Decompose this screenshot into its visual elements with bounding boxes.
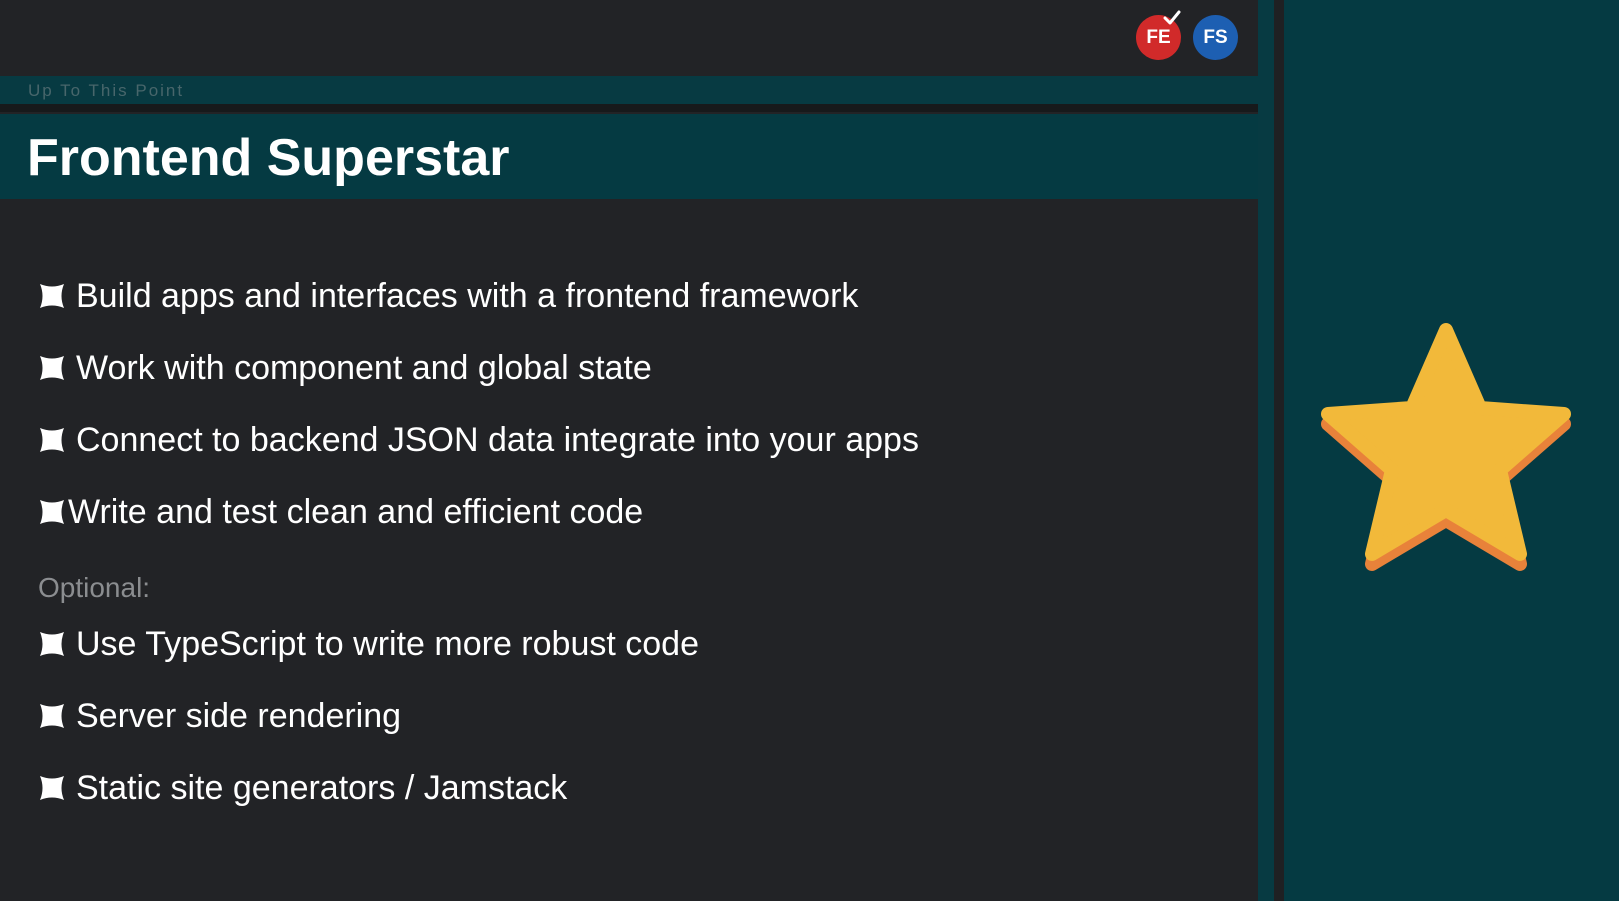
list-item: Build apps and interfaces with a fronten… [36, 260, 919, 332]
bullet-text: Server side rendering [76, 696, 402, 735]
badge-fe: FE [1136, 10, 1181, 60]
bullet-square-icon [40, 704, 64, 728]
bullet-text: Static site generators / Jamstack [76, 768, 568, 807]
list-item: Connect to backend JSON data integrate i… [36, 404, 919, 476]
title-bar: Frontend Superstar [0, 114, 1258, 199]
list-item: Server side rendering [36, 680, 699, 752]
bullet-square-icon [40, 284, 64, 308]
list-item: Use TypeScript to write more robust code [36, 608, 699, 680]
bullet-list: Build apps and interfaces with a fronten… [36, 260, 919, 548]
slide: FE FS Up To This Point Frontend Supersta… [0, 0, 1619, 901]
check-icon [1163, 10, 1181, 25]
bullet-text: Connect to backend JSON data integrate i… [76, 420, 919, 459]
list-item: Work with component and global state [36, 332, 919, 404]
bullet-square-icon [40, 428, 64, 452]
bullet-square-icon [40, 632, 64, 656]
section-bar: Up To This Point [0, 76, 1258, 104]
section-divider [0, 104, 1258, 112]
bullet-text: Write and test clean and efficient code [68, 492, 644, 531]
badge-group: FE FS [1136, 10, 1238, 60]
bullet-text: Build apps and interfaces with a fronten… [76, 276, 859, 315]
star-icon [1321, 323, 1571, 571]
divider-stripe [1258, 0, 1274, 901]
optional-bullet-list: Use TypeScript to write more robust code… [36, 608, 699, 824]
bullet-square-icon [40, 500, 64, 524]
bullet-square-icon [40, 776, 64, 800]
list-item: Write and test clean and efficient code [36, 476, 919, 548]
bullet-text: Use TypeScript to write more robust code [76, 624, 699, 663]
list-item: Static site generators / Jamstack [36, 752, 699, 824]
optional-label: Optional: [38, 572, 151, 603]
badge-fs: FS [1193, 15, 1238, 60]
section-label: Up To This Point [28, 81, 185, 100]
divider-gap [1274, 0, 1284, 901]
page-title: Frontend Superstar [27, 129, 510, 187]
badge-fe-label: FE [1146, 26, 1171, 48]
badge-fs-label: FS [1203, 26, 1228, 48]
bullet-text: Work with component and global state [76, 348, 652, 387]
bullet-square-icon [40, 356, 64, 380]
